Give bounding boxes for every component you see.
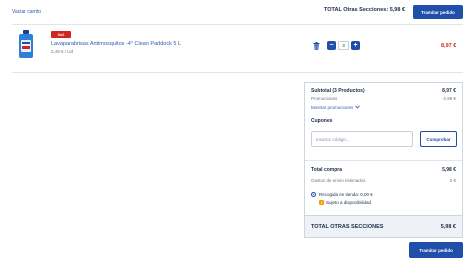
shipping-row: Gastos de envío estimados 0 € xyxy=(311,178,456,183)
promo-badge: 3x2 xyxy=(51,31,71,38)
header-divider xyxy=(12,24,463,25)
coupons-title: Cupones xyxy=(311,118,333,124)
subtotal-value: 8,97 € xyxy=(442,88,456,94)
product-name-link[interactable]: Lavaparabrisas Antimosquitos -4° Clean P… xyxy=(51,41,181,47)
total-purchase-label: Total compra xyxy=(311,167,343,173)
availability-note: ! Sujeto a disponibilidad xyxy=(319,200,371,205)
warning-icon: ! xyxy=(319,200,324,205)
checkout-button-bottom[interactable]: Tramitar pedido xyxy=(409,242,463,258)
store-pickup-radio[interactable] xyxy=(311,192,316,197)
total-sections-label: TOTAL OTRAS SECCIONES xyxy=(311,223,384,230)
availability-label: Sujeto a disponibilidad xyxy=(326,200,372,205)
product-bottle-image xyxy=(19,30,33,58)
product-image[interactable] xyxy=(18,30,34,58)
promotions-row: Promociones -2,99 € xyxy=(311,96,456,101)
store-pickup-option[interactable]: Recogida en tienda: 0,00 € xyxy=(311,192,373,197)
show-promotions-link[interactable]: Mostrar promociones xyxy=(311,105,361,110)
store-pickup-label: Recogida en tienda: 0,00 € xyxy=(319,192,373,197)
header-total-label: TOTAL Otras Secciones: xyxy=(324,7,389,13)
subtotal-label: Subtotal (3 Productos) xyxy=(311,88,365,94)
total-purchase-row: Total compra 5,98 € xyxy=(311,167,456,173)
empty-cart-link[interactable]: Vaciar carrito xyxy=(12,9,41,15)
check-coupon-button[interactable]: Comprobar xyxy=(420,131,457,147)
header-total-value: 5,98 € xyxy=(389,7,406,13)
promotions-value: -2,99 € xyxy=(441,96,456,101)
shipping-label: Gastos de envío estimados xyxy=(311,178,366,183)
product-divider xyxy=(12,72,463,73)
chevron-down-icon xyxy=(355,105,361,110)
order-summary-panel: Subtotal (3 Productos) 8,97 € Promocione… xyxy=(304,82,463,238)
subtotal-row: Subtotal (3 Productos) 8,97 € xyxy=(311,88,456,94)
show-promotions-label: Mostrar promociones xyxy=(311,105,354,110)
quantity-stepper: − 3 + xyxy=(327,41,360,50)
increase-quantity-button[interactable]: + xyxy=(351,41,360,50)
coupon-code-input[interactable]: Insertar código... xyxy=(311,131,413,147)
trash-icon[interactable] xyxy=(313,42,320,50)
checkout-button-top[interactable]: Tramitar pedido xyxy=(413,5,463,19)
decrease-quantity-button[interactable]: − xyxy=(327,41,336,50)
header-total: TOTAL Otras Secciones: 5,98 € xyxy=(324,7,405,13)
promotions-label: Promociones xyxy=(311,96,338,101)
shipping-value: 0 € xyxy=(449,178,456,183)
product-price: 8,97 € xyxy=(441,43,457,49)
total-purchase-value: 5,98 € xyxy=(442,167,456,173)
total-sections-bar: TOTAL OTRAS SECCIONES 5,98 € xyxy=(305,215,462,237)
total-sections-value: 5,98 € xyxy=(440,223,456,230)
quantity-value[interactable]: 3 xyxy=(338,41,349,50)
summary-divider xyxy=(305,160,462,161)
product-unit-price: 2,49 € / Ud xyxy=(51,49,74,54)
